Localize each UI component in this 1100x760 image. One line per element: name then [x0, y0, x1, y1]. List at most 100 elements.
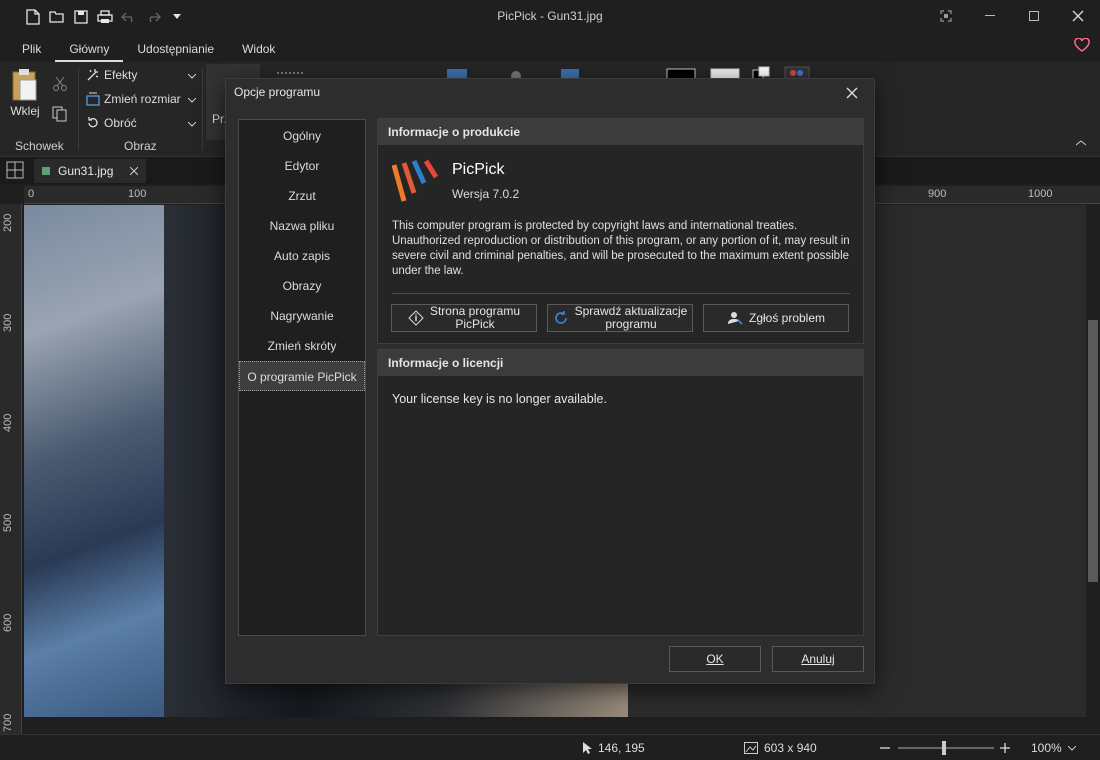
vertical-ruler: 200 300 400 500 600 700 [0, 204, 22, 734]
cursor-position: 146, 195 [582, 741, 645, 755]
nav-recording[interactable]: Nagrywanie [239, 301, 365, 331]
document-tab[interactable]: Gun31.jpg [34, 159, 146, 183]
picpick-logo-icon [391, 159, 440, 206]
zoom-level-value: 100% [1031, 741, 1062, 755]
tab-view[interactable]: Widok [228, 36, 289, 62]
document-tab-label: Gun31.jpg [58, 164, 114, 178]
image-size-icon [744, 742, 758, 754]
capture-icon[interactable] [924, 0, 968, 32]
cursor-position-value: 146, 195 [598, 741, 645, 755]
undo-icon[interactable] [120, 8, 138, 26]
close-dialog-button[interactable] [842, 83, 862, 103]
product-name: PicPick [452, 161, 505, 178]
rect-select-icon[interactable] [276, 70, 304, 76]
image-group-label: Obraz [124, 139, 157, 153]
open-folder-icon[interactable] [48, 8, 66, 26]
ruler-label: 400 [2, 413, 14, 432]
cut-icon[interactable] [52, 76, 68, 92]
ruler-label: 700 [2, 713, 14, 732]
product-description: This computer program is protected by co… [392, 220, 850, 277]
paste-label: Wklej [10, 104, 40, 118]
rotate-icon [88, 117, 98, 128]
ruler-label: 500 [2, 513, 14, 532]
effects-label: Efekty [104, 68, 138, 82]
dialog-title: Opcje programu [234, 85, 321, 99]
rotate-button[interactable]: Obróć [86, 116, 197, 130]
zoom-slider[interactable] [898, 741, 994, 755]
tab-share[interactable]: Udostępnianie [123, 36, 228, 62]
report-user-icon [727, 312, 743, 325]
nav-images[interactable]: Obrazy [239, 271, 365, 301]
copy-icon[interactable] [52, 106, 68, 122]
homepage-button[interactable]: Strona programu PicPick [391, 304, 537, 332]
tab-home[interactable]: Główny [55, 36, 124, 62]
resize-button[interactable]: Zmień rozmiar [86, 92, 197, 106]
quick-access-toolbar [24, 8, 186, 26]
product-version: Wersja 7.0.2 [452, 187, 520, 201]
check-updates-label-2: programu [605, 317, 657, 331]
grid-view-icon[interactable] [6, 161, 24, 182]
info-icon [408, 310, 424, 326]
nav-editor[interactable]: Edytor [239, 151, 365, 181]
nav-autosave[interactable]: Auto zapis [239, 241, 365, 271]
zoom-slider-thumb[interactable] [942, 741, 947, 755]
title-bar: PicPick - Gun31.jpg [0, 0, 1100, 34]
license-info-header: Informacje o licencji [378, 350, 863, 376]
resize-icon [86, 92, 100, 106]
ruler-label: 100 [128, 188, 147, 200]
zoom-out-icon[interactable] [880, 742, 890, 756]
clipboard-group-label: Schowek [15, 139, 64, 153]
collapse-ribbon-icon[interactable] [1076, 140, 1086, 146]
homepage-button-label-2: PicPick [455, 317, 495, 331]
close-window-button[interactable] [1056, 0, 1100, 32]
nav-capture[interactable]: Zrzut [239, 181, 365, 211]
chevron-down-icon [187, 68, 197, 82]
ruler-label: 900 [928, 188, 947, 200]
refresh-icon [554, 311, 567, 324]
close-icon [846, 87, 858, 99]
product-info-panel: Informacje o produkcie PicPick Wersja 7.… [377, 118, 864, 344]
nav-about[interactable]: O programie PicPick [239, 361, 365, 391]
effects-button[interactable]: Efekty [86, 68, 197, 82]
ruler-label: 0 [28, 188, 35, 200]
image-size-value: 603 x 940 [764, 741, 817, 755]
minimize-button[interactable] [968, 0, 1012, 32]
nav-general[interactable]: Ogólny [239, 121, 365, 151]
clipboard-icon [12, 69, 37, 101]
new-file-icon[interactable] [24, 8, 42, 26]
customize-dropdown-icon[interactable] [168, 8, 186, 26]
scrollbar-thumb[interactable] [1088, 320, 1098, 582]
effects-icon [87, 69, 99, 81]
chevron-down-icon [1067, 745, 1076, 751]
zoom-in-icon[interactable] [1000, 742, 1010, 756]
resize-label: Zmień rozmiar [104, 92, 181, 106]
ok-button[interactable]: OK [669, 646, 761, 672]
product-info-header: Informacje o produkcie [378, 119, 863, 145]
close-tab-icon[interactable] [129, 164, 139, 178]
check-updates-button[interactable]: Sprawdź aktualizacje programu [547, 304, 693, 332]
check-updates-label: Sprawdź aktualizacje [574, 304, 688, 318]
tab-file[interactable]: Plik [8, 36, 55, 62]
chevron-down-icon [187, 92, 197, 106]
paste-button[interactable]: Wklej [10, 68, 40, 118]
ribbon-tabs: Plik Główny Udostępnianie Widok [0, 36, 1100, 62]
save-icon[interactable] [72, 8, 90, 26]
rotate-label: Obróć [104, 116, 137, 130]
zoom-level[interactable]: 100% [1031, 741, 1076, 755]
chevron-down-icon [187, 116, 197, 130]
redo-icon[interactable] [144, 8, 162, 26]
vertical-scrollbar[interactable] [1086, 205, 1100, 717]
image-size: 603 x 940 [744, 741, 817, 755]
nav-filename[interactable]: Nazwa pliku [239, 211, 365, 241]
cancel-button[interactable]: Anuluj [772, 646, 864, 672]
options-dialog: Opcje programu Ogólny Edytor Zrzut Nazwa… [225, 78, 875, 684]
report-problem-button[interactable]: Zgłoś problem [703, 304, 849, 332]
pointer-icon [583, 742, 592, 754]
image-file-icon [42, 164, 50, 178]
maximize-button[interactable] [1012, 0, 1056, 32]
license-status-text: Your license key is no longer available. [392, 392, 607, 406]
heart-icon[interactable] [1074, 37, 1090, 55]
print-icon[interactable] [96, 8, 114, 26]
nav-shortcuts[interactable]: Zmień skróty [239, 331, 365, 361]
ruler-label: 300 [2, 313, 14, 332]
